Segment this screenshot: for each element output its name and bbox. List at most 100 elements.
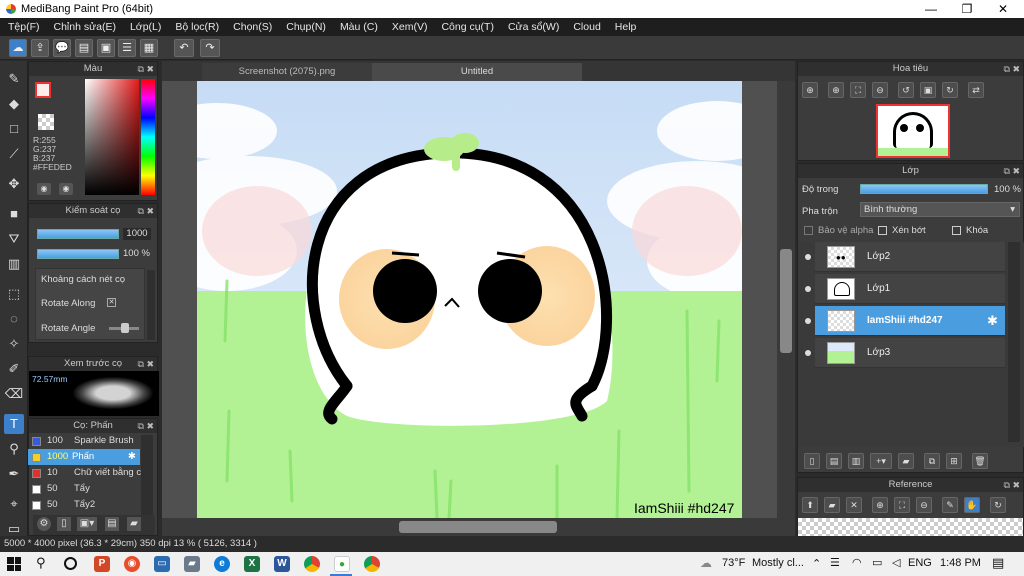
brush-item[interactable]: 10 Chữ viết bằng c xyxy=(28,465,141,481)
panel-icon[interactable]: ▣ xyxy=(97,39,115,57)
select-eraser-icon[interactable]: ⌫ xyxy=(4,384,24,404)
battery-icon[interactable]: ▭ xyxy=(872,556,882,569)
speech-bubble-icon[interactable]: 💬 xyxy=(53,39,71,57)
brush-copy-icon[interactable]: ▤ xyxy=(105,517,119,531)
medibang-icon[interactable]: ● xyxy=(334,556,350,572)
rotate-along-checkbox[interactable]: ✕ xyxy=(107,298,116,307)
palette-icon[interactable]: ◉ xyxy=(37,183,51,195)
reference-fit-icon[interactable]: ⛶ xyxy=(894,497,910,513)
excel-icon[interactable]: X xyxy=(244,556,260,572)
network-icon[interactable]: ☰ xyxy=(830,556,840,569)
reference-hand-icon[interactable]: ✋ xyxy=(964,497,980,513)
eyedropper-icon[interactable]: ⌖ xyxy=(4,494,24,514)
undo-icon[interactable]: ↶ xyxy=(174,39,194,57)
task-view-icon[interactable] xyxy=(64,557,77,570)
volume-icon[interactable]: ◁ xyxy=(892,556,900,569)
vertical-scroll-thumb[interactable] xyxy=(780,249,792,353)
new-layer-icon[interactable]: ▯ xyxy=(804,453,820,469)
layer-opacity-slider[interactable] xyxy=(860,184,988,194)
menu-layer[interactable]: Lớp(L) xyxy=(130,21,161,33)
cloud-icon[interactable]: ☁ xyxy=(9,39,27,57)
language-indicator[interactable]: ENG xyxy=(908,557,932,569)
fit-screen-icon[interactable]: ⛶ xyxy=(850,82,866,98)
minimize-button[interactable]: — xyxy=(914,0,948,18)
brush-list-scrollbar[interactable] xyxy=(141,435,153,515)
clipping-checkbox[interactable] xyxy=(878,226,887,235)
menu-select[interactable]: Chọn(S) xyxy=(233,21,272,33)
brush-control-scrollbar[interactable] xyxy=(147,270,155,340)
windows-start-icon[interactable] xyxy=(7,557,21,571)
saturation-value-picker[interactable] xyxy=(85,79,139,195)
reference-zoom-out-icon[interactable]: ⊖ xyxy=(916,497,932,513)
menu-tools[interactable]: Công cụ(T) xyxy=(441,21,494,33)
notification-icon[interactable]: ▤ xyxy=(992,555,1004,571)
new-1bit-layer-icon[interactable]: ▥ xyxy=(848,453,864,469)
blend-mode-select[interactable]: Bình thường ▾ xyxy=(860,202,1020,217)
fill-rect-tool-icon[interactable]: ■ xyxy=(4,204,24,224)
lock-checkbox[interactable] xyxy=(952,226,961,235)
layer-row[interactable]: Lớp1 xyxy=(815,274,1005,304)
new-halftone-layer-icon[interactable]: ▤ xyxy=(826,453,842,469)
layer-folder-icon[interactable]: ▰ xyxy=(898,453,914,469)
word-icon[interactable]: W xyxy=(274,556,290,572)
panel-buttons-icon[interactable]: ⧉ ✖ xyxy=(1004,478,1020,492)
edge-icon[interactable]: e xyxy=(214,556,230,572)
delete-layer-icon[interactable]: 🗑 xyxy=(972,453,988,469)
menu-help[interactable]: Help xyxy=(615,21,637,33)
layer-list-scrollbar[interactable] xyxy=(1008,242,1020,442)
move-tool-icon[interactable]: ✥ xyxy=(4,174,24,194)
layer-row[interactable]: ●● Lớp2 xyxy=(815,242,1005,272)
monitor-icon[interactable]: ▭ xyxy=(154,556,170,572)
eraser-tool-icon[interactable]: ◆ xyxy=(4,94,24,114)
rotate-right-icon[interactable]: ↻ xyxy=(942,82,958,98)
chrome-icon[interactable] xyxy=(304,556,320,572)
reference-zoom-in-icon[interactable]: ⊕ xyxy=(872,497,888,513)
upload-icon[interactable]: ⇪ xyxy=(31,39,49,57)
shape-tool-icon[interactable]: □ xyxy=(4,119,24,139)
menu-capture[interactable]: Chụp(N) xyxy=(286,21,326,33)
add-layer-menu-icon[interactable]: +▾ xyxy=(870,453,892,469)
comment-icon[interactable]: ▤ xyxy=(75,39,93,57)
close-button[interactable]: ✕ xyxy=(986,0,1020,18)
flip-icon[interactable]: ⇄ xyxy=(968,82,984,98)
weather-temp[interactable]: 73°F xyxy=(722,557,745,569)
select-pen-icon[interactable]: ✐ xyxy=(4,359,24,379)
horizontal-scroll-thumb[interactable] xyxy=(399,521,557,533)
brush-tool-icon[interactable]: ✎ xyxy=(4,69,24,89)
app-red-icon[interactable]: ◉ xyxy=(124,556,140,572)
redo-icon[interactable]: ↷ xyxy=(200,39,220,57)
brush-folder-icon[interactable]: ▰ xyxy=(127,517,141,531)
panel-buttons-icon[interactable]: ⧉ ✖ xyxy=(138,62,154,76)
reference-rotate-icon[interactable]: ↻ xyxy=(990,497,1006,513)
clock[interactable]: 1:48 PM xyxy=(940,557,981,569)
add-brush-icon[interactable]: ⚙ xyxy=(37,517,51,531)
text-tool-icon[interactable]: T xyxy=(4,414,24,434)
weather-icon[interactable]: ☁ xyxy=(700,556,712,570)
zoom-out-icon[interactable]: ⊖ xyxy=(872,82,888,98)
horizontal-scrollbar[interactable] xyxy=(162,518,777,536)
panel-buttons-icon[interactable]: ⧉ ✖ xyxy=(1004,62,1020,76)
search-icon[interactable]: ⚲ xyxy=(36,555,46,571)
brush-opacity-slider[interactable] xyxy=(37,249,119,259)
grid-icon[interactable]: ▦ xyxy=(140,39,158,57)
reference-eyedropper-icon[interactable]: ✎ xyxy=(942,497,958,513)
layer-settings-gear-icon[interactable]: ✱ xyxy=(987,313,998,329)
tab-untitled[interactable]: Untitled xyxy=(372,63,582,81)
list-icon[interactable]: ☰ xyxy=(118,39,136,57)
menu-color[interactable]: Màu (C) xyxy=(340,21,378,33)
zoom-in-icon[interactable]: ⊕ xyxy=(828,82,844,98)
layer-row[interactable]: Lớp3 xyxy=(815,338,1005,368)
reference-close-icon[interactable]: ✕ xyxy=(846,497,862,513)
menu-edit[interactable]: Chỉnh sửa(E) xyxy=(54,21,116,33)
brush-size-slider[interactable] xyxy=(37,229,119,239)
menu-view[interactable]: Xem(V) xyxy=(392,21,428,33)
chrome-icon-2[interactable] xyxy=(364,556,380,572)
weather-desc[interactable]: Mostly cl... xyxy=(752,557,804,569)
brush-item[interactable]: 100 Sparkle Brush xyxy=(28,433,140,449)
vertical-scrollbar[interactable] xyxy=(777,81,795,536)
eye-icon[interactable] xyxy=(805,350,811,356)
bucket-tool-icon[interactable]: ⛛ xyxy=(4,229,24,249)
menu-file[interactable]: Tệp(F) xyxy=(8,21,40,33)
panel-buttons-icon[interactable]: ⧉ ✖ xyxy=(138,204,154,218)
brush-size-value[interactable]: 1000 xyxy=(123,228,151,240)
